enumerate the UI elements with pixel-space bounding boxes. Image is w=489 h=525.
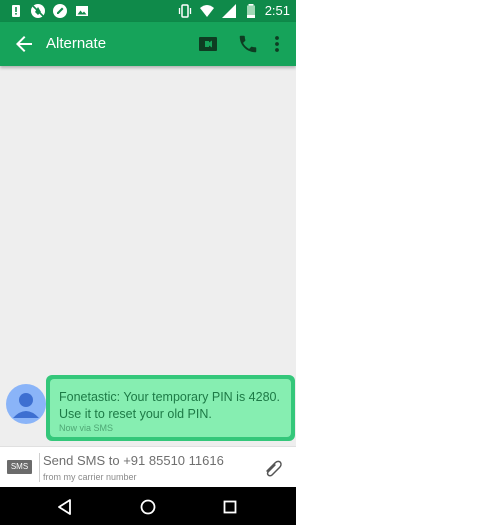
recents-square-icon[interactable] xyxy=(221,498,239,516)
navigation-bar xyxy=(0,487,296,525)
carrier-subtext: from my carrier number xyxy=(43,472,137,482)
message-text: Fonetastic: Your temporary PIN is 4280. … xyxy=(59,390,280,421)
contact-avatar[interactable] xyxy=(6,384,46,424)
message-meta: Now via SMS xyxy=(59,423,114,433)
signal-icon xyxy=(221,4,236,18)
no-disturb-icon xyxy=(31,4,45,18)
alert-icon xyxy=(12,5,20,17)
edit-icon xyxy=(53,4,67,18)
home-circle-icon[interactable] xyxy=(139,498,157,516)
compose-bar: SMS Send SMS to +91 85510 11616 from my … xyxy=(0,446,296,488)
app-bar: Alternate xyxy=(0,22,296,66)
battery-icon xyxy=(246,4,255,18)
vibrate-icon xyxy=(178,4,191,18)
compose-divider xyxy=(39,453,40,482)
image-icon xyxy=(76,6,88,16)
sms-badge[interactable]: SMS xyxy=(7,460,32,474)
phone-screen: 2:51 Alternate Fonetastic: Your temporar… xyxy=(0,0,296,525)
status-bar: 2:51 xyxy=(0,0,296,22)
video-call-icon[interactable] xyxy=(197,33,219,55)
paperclip-icon[interactable] xyxy=(263,459,283,477)
more-vert-icon[interactable] xyxy=(266,33,288,55)
phone-icon[interactable] xyxy=(237,33,259,55)
conversation-title: Alternate xyxy=(46,35,107,52)
status-left-icons xyxy=(8,3,90,19)
wifi-icon xyxy=(199,5,214,17)
back-arrow-icon[interactable] xyxy=(12,32,36,56)
status-right-icons: 2:51 xyxy=(177,3,290,19)
status-time: 2:51 xyxy=(264,3,290,18)
message-bubble[interactable]: Fonetastic: Your temporary PIN is 4280. … xyxy=(46,375,295,441)
back-triangle-icon[interactable] xyxy=(56,498,74,516)
message-input[interactable]: Send SMS to +91 85510 11616 xyxy=(43,453,224,469)
person-icon xyxy=(13,393,39,418)
